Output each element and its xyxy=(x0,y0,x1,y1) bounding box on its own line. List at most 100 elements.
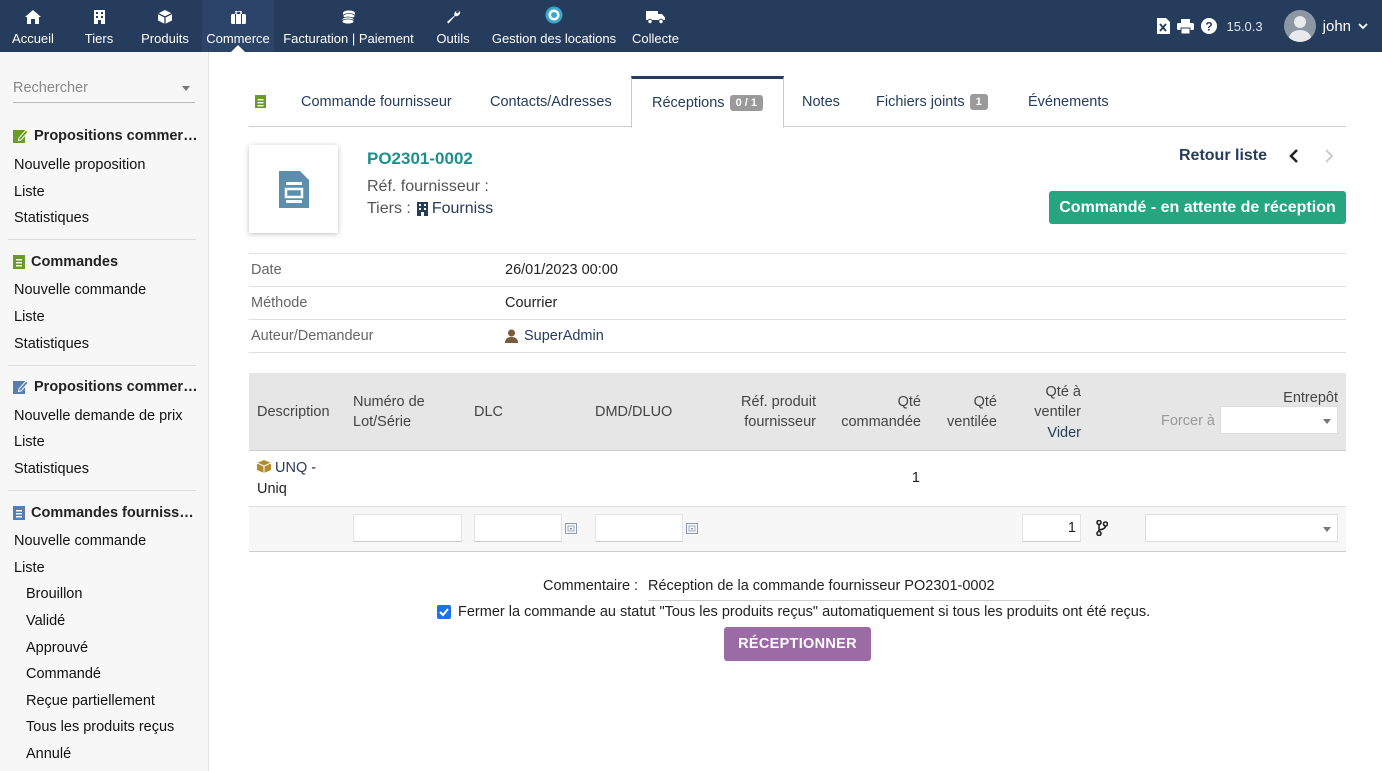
ref-fournisseur-label: Réf. fournisseur : xyxy=(367,178,489,195)
clear-link[interactable]: Vider xyxy=(1019,423,1081,443)
topbar-tools: ? 15.0.3 john xyxy=(1157,0,1382,52)
col-description: Description xyxy=(257,404,330,420)
tab-commande-fournisseur[interactable]: Commande fournisseur xyxy=(301,76,452,127)
nav-outils[interactable]: Outils xyxy=(430,0,476,52)
nav-facturation[interactable]: Facturation | Paiement xyxy=(280,0,417,52)
truck-icon xyxy=(628,0,683,26)
sidebar-item-statistiques[interactable]: Statistiques xyxy=(14,210,89,226)
qty-ordered-value: 1 xyxy=(911,470,920,486)
receive-button[interactable]: RÉCEPTIONNER xyxy=(724,627,871,661)
sidebar-item-tous-recus[interactable]: Tous les produits reçus xyxy=(26,719,174,735)
sidebar-item-nouvelle-proposition[interactable]: Nouvelle proposition xyxy=(14,157,145,173)
calendar-icon[interactable] xyxy=(686,523,698,534)
sidebar-item-nouvelle-demande-prix[interactable]: Nouvelle demande de prix xyxy=(14,408,182,424)
col-lot: Numéro de Lot/Série xyxy=(353,394,425,430)
sidebar-item-statistiques[interactable]: Statistiques xyxy=(14,336,89,352)
warehouse-select[interactable] xyxy=(1145,514,1338,542)
field-value: 26/01/2023 00:00 xyxy=(505,262,618,278)
divider xyxy=(8,490,196,491)
sidebar-item-commande[interactable]: Commandé xyxy=(26,666,101,682)
caret-down-icon xyxy=(1323,527,1331,532)
col-qty-ordered: Qté commandée xyxy=(841,394,921,430)
sidebar-item-annule[interactable]: Annulé xyxy=(26,746,71,762)
product-ref-link[interactable]: UNQ xyxy=(275,460,307,476)
nav-tiers[interactable]: Tiers xyxy=(66,0,132,52)
caret-down-icon xyxy=(182,86,190,91)
dmd-input[interactable] xyxy=(595,514,683,542)
dlc-input[interactable] xyxy=(474,514,562,542)
close-order-label[interactable]: Fermer la commande au statut "Tous les p… xyxy=(458,604,1150,620)
close-order-checkbox[interactable] xyxy=(437,605,451,619)
user-icon xyxy=(505,329,518,343)
qty-to-dispatch-input[interactable]: 1 xyxy=(1022,514,1081,542)
tab-notes[interactable]: Notes xyxy=(802,76,840,127)
sidebar-section-propositions[interactable]: Propositions commerciales xyxy=(13,128,198,144)
sidebar-item-recue-partiellement[interactable]: Reçue partiellement xyxy=(26,693,155,709)
field-value: SuperAdmin xyxy=(505,328,604,344)
building-icon xyxy=(66,0,132,26)
nav-gestion-locations[interactable]: Gestion des locations xyxy=(488,0,620,52)
supplier-proposal-icon xyxy=(13,380,28,394)
nav-commerce[interactable]: Commerce xyxy=(202,0,274,52)
sidebar-item-brouillon[interactable]: Brouillon xyxy=(26,586,82,602)
user-name[interactable]: john xyxy=(1323,18,1351,35)
sidebar-item-liste[interactable]: Liste xyxy=(14,560,45,576)
author-link[interactable]: SuperAdmin xyxy=(524,328,604,344)
briefcase-icon xyxy=(202,0,274,26)
user-avatar[interactable] xyxy=(1283,10,1316,42)
order-icon xyxy=(255,95,266,108)
print-icon[interactable] xyxy=(1177,18,1195,34)
sidebar-item-statistiques[interactable]: Statistiques xyxy=(14,461,89,477)
nav-accueil[interactable]: Accueil xyxy=(0,0,66,52)
field-label: Auteur/Demandeur xyxy=(251,328,374,344)
sidebar-item-liste[interactable]: Liste xyxy=(14,434,45,450)
calendar-icon[interactable] xyxy=(565,523,577,534)
col-warehouse: Entrepôt xyxy=(1283,390,1338,406)
sidebar-section-commandes-fournisseurs[interactable]: Commandes fournisseurs xyxy=(13,505,198,521)
back-to-list-link[interactable]: Retour liste xyxy=(1179,147,1267,165)
help-icon[interactable]: ? xyxy=(1201,18,1218,34)
rental-icon xyxy=(488,0,620,26)
tab-fichiers-joints[interactable]: Fichiers joints 1 xyxy=(876,76,988,127)
sidebar-item-approuve[interactable]: Approuvé xyxy=(26,640,88,656)
sidebar-item-liste[interactable]: Liste xyxy=(14,309,45,325)
next-icon xyxy=(1323,148,1335,164)
order-ref: PO2301-0002 xyxy=(367,149,473,168)
left-sidebar: Rechercher Propositions commerciales Nou… xyxy=(0,52,209,771)
field-auteur: Auteur/Demandeur SuperAdmin xyxy=(249,319,1346,353)
field-label: Méthode xyxy=(251,295,308,311)
sidebar-item-nouvelle-commande[interactable]: Nouvelle commande xyxy=(14,533,146,549)
sidebar-section-propositions-fournisseurs[interactable]: Propositions commerciales fournisseurs xyxy=(13,379,198,395)
chevron-down-icon[interactable] xyxy=(1358,22,1368,30)
top-navbar: Accueil Tiers Produits Commerce Facturat… xyxy=(0,0,1382,52)
document-card xyxy=(249,145,338,233)
tab-contacts-adresses[interactable]: Contacts/Adresses xyxy=(490,76,612,127)
nav-collecte[interactable]: Collecte xyxy=(628,0,683,52)
lot-input[interactable] xyxy=(353,514,462,542)
force-warehouse-select[interactable] xyxy=(1220,406,1338,434)
tab-receptions[interactable]: Réceptions 0 / 1 xyxy=(631,76,784,128)
nav-produits[interactable]: Produits xyxy=(132,0,198,52)
building-icon xyxy=(416,202,428,216)
tab-evenements[interactable]: Événements xyxy=(1028,76,1109,127)
sidebar-item-valide[interactable]: Validé xyxy=(26,613,65,629)
export-icon[interactable] xyxy=(1157,18,1171,34)
product-label: Uniq xyxy=(257,481,287,497)
sidebar-section-commandes[interactable]: Commandes xyxy=(13,254,198,270)
field-value: Courrier xyxy=(505,295,558,311)
tab-fichiers-badge: 1 xyxy=(969,93,988,110)
previous-icon[interactable] xyxy=(1288,148,1300,164)
status-badge: Commandé - en attente de réception xyxy=(1049,191,1346,224)
field-methode: Méthode Courrier xyxy=(249,286,1346,319)
tiers-line: Tiers : Fourniss xyxy=(367,200,493,218)
sidebar-item-nouvelle-commande[interactable]: Nouvelle commande xyxy=(14,282,146,298)
split-line-icon[interactable] xyxy=(1096,520,1108,536)
tiers-link[interactable]: Fourniss xyxy=(432,200,493,218)
search-select[interactable]: Rechercher xyxy=(13,79,195,103)
comment-input[interactable]: Réception de la commande fournisseur PO2… xyxy=(648,578,1050,601)
divider xyxy=(8,365,196,366)
wrench-icon xyxy=(430,0,476,26)
sidebar-item-liste[interactable]: Liste xyxy=(14,184,45,200)
coins-icon xyxy=(280,0,417,26)
caret-down-icon xyxy=(1323,419,1331,424)
